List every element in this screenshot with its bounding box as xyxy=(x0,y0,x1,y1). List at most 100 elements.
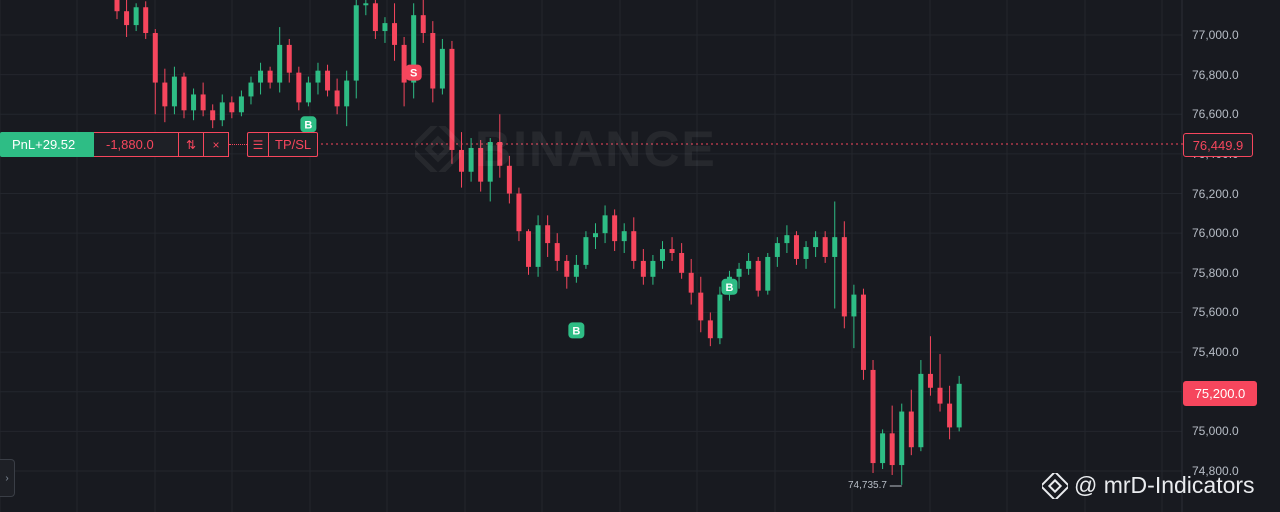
candle-body xyxy=(229,102,235,113)
candle-body xyxy=(133,7,139,26)
candle-body xyxy=(612,215,618,242)
candle-body xyxy=(679,253,685,273)
tpsl-button-group[interactable]: ☰ TP/SL xyxy=(247,132,319,157)
candle-body xyxy=(899,411,905,466)
candle-body xyxy=(315,70,321,83)
buy-marker-label: B xyxy=(572,325,580,337)
candle-body xyxy=(717,294,723,339)
price-tick-label: 77,000.0 xyxy=(1192,28,1239,42)
candle-body xyxy=(162,82,168,107)
candle-body xyxy=(439,48,445,89)
watermark-text: BINANCE xyxy=(475,121,717,177)
candle-body xyxy=(927,373,933,388)
position-line-connector xyxy=(229,144,247,145)
candlestick-chart[interactable]: B S B B xyxy=(0,0,1280,512)
candle-body xyxy=(114,0,120,12)
close-position-icon[interactable]: × xyxy=(204,132,229,157)
binance-logo-icon xyxy=(1042,472,1068,499)
candle-body xyxy=(650,260,656,277)
candle-body xyxy=(248,82,254,97)
price-tick-label: 76,800.0 xyxy=(1192,67,1239,82)
candle-body xyxy=(640,260,646,277)
price-tick-label: 75,000.0 xyxy=(1192,424,1239,439)
candle-body xyxy=(937,387,943,404)
price-tick-label: 76,200.0 xyxy=(1192,186,1239,201)
buy-marker-label: B xyxy=(304,119,312,131)
candle-body xyxy=(621,231,627,242)
expand-panel-handle[interactable]: › xyxy=(0,459,15,497)
candle-body xyxy=(286,44,292,73)
chart-area[interactable]: B S B B BINANCE 77,000.0 76,800.0 76,600.0 76,… xyxy=(0,0,1280,512)
candle-body xyxy=(564,260,570,277)
watermark: BINANCE xyxy=(415,120,717,178)
candle-body xyxy=(860,294,866,370)
tpsl-button[interactable]: TP/SL xyxy=(269,133,317,156)
pnl-badge[interactable]: PnL+29.52 xyxy=(0,132,94,157)
candle-body xyxy=(238,96,244,113)
candle-body xyxy=(171,76,177,107)
candle-body xyxy=(526,231,532,267)
candle-body xyxy=(688,272,694,293)
position-line-controls: PnL+29.52 -1,880.0 ⇅ × ☰ TP/SL xyxy=(0,132,319,157)
candle-body xyxy=(219,102,225,121)
candle-body xyxy=(372,3,378,32)
candle-body xyxy=(545,225,551,244)
candle-body xyxy=(746,260,752,269)
candle-body xyxy=(296,72,302,103)
candle-body xyxy=(392,23,398,45)
position-quantity[interactable]: -1,880.0 xyxy=(94,132,179,157)
candle-body xyxy=(382,23,388,32)
last-price-tag: 75,200.0 xyxy=(1183,381,1257,406)
candle-body xyxy=(918,373,924,448)
candle-body xyxy=(956,383,962,428)
footer-brand: @ mrD-Indicators xyxy=(1042,472,1255,499)
candle-body xyxy=(707,320,713,339)
candle-body xyxy=(210,110,216,121)
candle-body xyxy=(277,44,283,83)
candle-body xyxy=(181,76,187,111)
candle-body xyxy=(200,94,206,111)
candle-body xyxy=(659,249,665,261)
candle-body xyxy=(880,433,886,464)
reverse-position-icon[interactable]: ⇅ xyxy=(179,132,204,157)
candle-body xyxy=(908,411,914,448)
candle-body xyxy=(143,7,149,34)
binance-logo-icon xyxy=(415,126,461,172)
chevron-right-icon: › xyxy=(5,472,9,484)
buy-marker-label: B xyxy=(726,282,734,294)
price-tick-label: 76,600.0 xyxy=(1192,107,1239,122)
candle-body xyxy=(583,237,589,265)
candle-body xyxy=(698,292,704,321)
low-price-marker: 74,735.7 xyxy=(848,480,887,491)
candle-body xyxy=(152,33,158,83)
candle-body xyxy=(602,215,608,234)
candle-body xyxy=(784,235,790,244)
tpsl-menu-icon[interactable]: ☰ xyxy=(248,133,269,156)
candle-body xyxy=(889,433,895,466)
candle-body xyxy=(325,70,331,91)
candle-body xyxy=(669,249,675,253)
candle-body xyxy=(258,70,264,83)
candle-body xyxy=(267,70,273,83)
candle-body xyxy=(793,235,799,259)
candle-body xyxy=(124,11,130,26)
candle-body xyxy=(516,193,522,232)
candle-body xyxy=(736,268,742,277)
sell-marker-label: S xyxy=(410,68,417,80)
candle-body xyxy=(832,237,838,257)
price-tick-label: 75,400.0 xyxy=(1192,345,1239,360)
candle-body xyxy=(774,243,780,257)
candle-body xyxy=(755,260,761,291)
candle-body xyxy=(803,247,809,259)
candle-body xyxy=(554,243,560,261)
candle-body xyxy=(344,80,350,107)
candle-body xyxy=(765,256,771,291)
candle-body xyxy=(841,237,847,317)
candle-body xyxy=(420,15,426,34)
candle-body xyxy=(305,82,311,103)
price-tick-label: 75,800.0 xyxy=(1192,265,1239,280)
entry-price-tag: 76,449.9 xyxy=(1183,133,1253,157)
author-handle: @ mrD-Indicators xyxy=(1074,472,1255,498)
candle-body xyxy=(631,231,637,261)
candle-body xyxy=(334,90,340,107)
